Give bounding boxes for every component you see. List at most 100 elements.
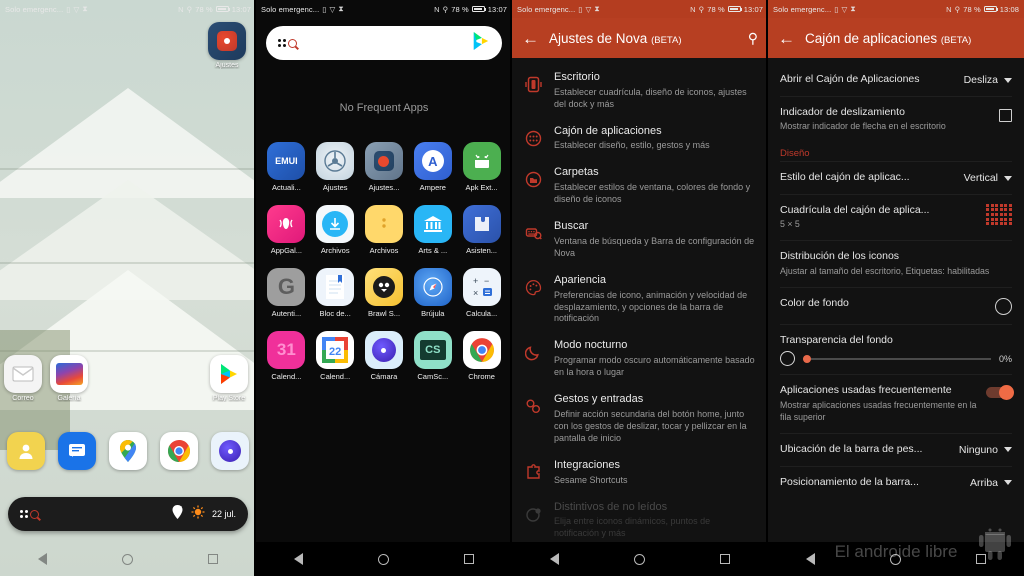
settings-row-escritorio[interactable]: Escritorio Establecer cuadrícula, diseño… xyxy=(512,64,768,118)
back-triangle-icon[interactable] xyxy=(805,553,815,565)
chevron-down-icon[interactable] xyxy=(1004,77,1012,83)
settings-row-buscar[interactable]: Buscar Ventana de búsqueda y Barra de co… xyxy=(512,213,768,267)
back-triangle-icon[interactable] xyxy=(37,553,47,565)
pref-title: Color de fondo xyxy=(780,296,849,309)
settings-row-distintivos-de-no-leidos[interactable]: Distintivos de no leídos Elija entre ico… xyxy=(512,494,768,548)
pref-value[interactable]: Desliza xyxy=(964,73,1012,86)
play-store-icon[interactable] xyxy=(472,31,490,56)
chevron-down-icon[interactable] xyxy=(1004,480,1012,485)
app-item[interactable]: G Autenti... xyxy=(262,268,311,318)
app-item[interactable]: Bloc de... xyxy=(311,268,360,318)
slider-track[interactable] xyxy=(803,354,991,363)
dock-icon-maps[interactable] xyxy=(105,432,151,470)
app-item[interactable]: 31 Calend... xyxy=(262,331,311,381)
app-item[interactable]: CS CamSc... xyxy=(408,331,457,381)
settings-row-carpetas[interactable]: Carpetas Establecer estilos de ventana, … xyxy=(512,159,768,213)
dock-icon-contactos[interactable] xyxy=(3,432,49,470)
settings-row-title: Gestos y entradas xyxy=(554,393,644,406)
settings-row-title: Integraciones xyxy=(554,458,621,471)
app-item[interactable]: Chrome xyxy=(457,331,506,381)
app-item[interactable]: EMUI Actuali... xyxy=(262,142,311,192)
app-item[interactable]: Ajustes xyxy=(311,142,360,192)
checkbox-indicador-deslizamiento[interactable] xyxy=(999,108,1012,122)
back-triangle-icon[interactable] xyxy=(293,553,303,565)
wifi-icon: ▽ xyxy=(841,4,848,14)
chevron-down-icon[interactable] xyxy=(1004,447,1012,453)
app-label: Archivos xyxy=(369,246,399,255)
pref-row-indicador-deslizamiento[interactable]: Indicador de deslizamiento Mostrar indic… xyxy=(768,97,1024,143)
home-circle-icon[interactable] xyxy=(377,553,389,565)
pref-value-text: Desliza xyxy=(963,74,998,86)
home-circle-icon[interactable] xyxy=(889,553,901,565)
app-item[interactable]: Brújula xyxy=(408,268,457,318)
slider-knob[interactable] xyxy=(780,351,795,367)
pref-row-cuadricula-cajon[interactable]: Cuadrícula del cajón de aplica... 5 × 5 xyxy=(768,195,1024,241)
app-item[interactable]: 22 Calend... xyxy=(311,331,360,381)
home-icon-label: Ajustes xyxy=(215,62,239,69)
settings-row-cajon-de-aplicaciones[interactable]: Cajón de aplicaciones Establecer diseño,… xyxy=(512,118,768,160)
settings-row-modo-nocturno[interactable]: Modo nocturno Programar modo oscuro auto… xyxy=(512,332,768,386)
sun-icon[interactable] xyxy=(191,505,205,524)
slider-thumb[interactable] xyxy=(803,354,811,363)
app-item[interactable]: Archivos xyxy=(360,205,409,255)
pref-title: Cuadrícula del cajón de aplica... xyxy=(780,203,930,216)
app-item[interactable]: Ajustes... xyxy=(360,142,409,192)
app-item[interactable]: Arts & ... xyxy=(408,205,457,255)
home-circle-icon[interactable] xyxy=(633,553,645,565)
dock-icon-chrome[interactable] xyxy=(156,432,202,470)
color-swatch-circle[interactable] xyxy=(995,297,1012,315)
home-icon-playstore[interactable]: Play Store xyxy=(206,355,252,402)
pref-value[interactable]: Vertical xyxy=(964,171,1012,184)
pref-value[interactable]: Arriba xyxy=(970,476,1012,489)
app-item[interactable]: A Ampere xyxy=(408,142,457,192)
home-icon-correo[interactable]: Correo xyxy=(0,355,46,402)
grid-search-icon[interactable] xyxy=(278,38,297,48)
settings-row-gestos-y-entradas[interactable]: Gestos y entradas Definir acción secunda… xyxy=(512,386,768,452)
pref-row-ubicacion-barra[interactable]: Ubicación de la barra de pes... Ninguno xyxy=(768,434,1024,466)
recents-square-icon[interactable] xyxy=(720,554,731,564)
drawer-settings-list: Abrir el Cajón de Aplicaciones Desliza I… xyxy=(768,58,1024,576)
home-icon-ajustes[interactable]: Ajustes xyxy=(204,22,250,69)
toggle-apps-frecuentes[interactable] xyxy=(986,384,1014,400)
pref-row-transparencia-fondo[interactable]: Transparencia del fondo xyxy=(768,325,1024,350)
pref-row-posicionamiento-barra[interactable]: Posicionamiento de la barra... Arriba xyxy=(768,467,1024,499)
chevron-down-icon[interactable] xyxy=(1004,175,1012,181)
back-arrow-icon[interactable]: ← xyxy=(778,30,795,47)
app-item[interactable]: Apk Ext... xyxy=(457,142,506,192)
search-icon[interactable]: ⚲ xyxy=(748,30,758,47)
transparency-slider[interactable]: 0% xyxy=(768,349,1024,374)
settings-row-integraciones[interactable]: Integraciones Sesame Shortcuts xyxy=(512,452,768,494)
back-triangle-icon[interactable] xyxy=(549,553,559,565)
app-item[interactable]: Brawl S... xyxy=(360,268,409,318)
app-item[interactable]: AppGal... xyxy=(262,205,311,255)
recents-square-icon[interactable] xyxy=(208,554,219,564)
home-circle-icon[interactable] xyxy=(121,553,133,565)
pref-row-abrir-cajon[interactable]: Abrir el Cajón de Aplicaciones Desliza xyxy=(768,64,1024,96)
app-item[interactable]: Asisten... xyxy=(457,205,506,255)
home-icon-galeria[interactable]: Galería xyxy=(46,355,92,402)
nfc-icon: N xyxy=(178,4,184,14)
home-search-widget[interactable]: x 22 jul. xyxy=(8,497,248,531)
app-item[interactable]: Cámara xyxy=(360,331,409,381)
app-item[interactable]: Archivos xyxy=(311,205,360,255)
app-label: Ajustes xyxy=(322,183,348,192)
dock-icon-camara[interactable] xyxy=(207,432,253,470)
pref-row-apps-frecuentes[interactable]: Aplicaciones usadas frecuentemente Mostr… xyxy=(768,375,1024,432)
recents-square-icon[interactable] xyxy=(464,554,475,564)
pref-row-distribucion-iconos[interactable]: Distribución de los iconos Ajustar al ta… xyxy=(768,241,1024,287)
calculator-icon: + − × xyxy=(462,268,501,306)
pref-row-color-fondo[interactable]: Color de fondo xyxy=(768,288,1024,324)
drawer-search-bar[interactable] xyxy=(266,26,502,60)
battery-icon xyxy=(727,5,743,13)
grid-search-icon[interactable] xyxy=(20,509,39,519)
app-item[interactable]: + − × Calcula... xyxy=(457,268,506,318)
settings-row-apariencia[interactable]: Apariencia Preferencias de icono, animac… xyxy=(512,267,768,333)
dock-icon-mensajes[interactable] xyxy=(54,432,100,470)
settings-icon xyxy=(316,142,355,180)
pref-row-estilo-cajon[interactable]: Estilo del cajón de aplicac... Vertical xyxy=(768,162,1024,194)
app-label: Brawl S... xyxy=(367,309,401,318)
pref-value[interactable]: Ninguno xyxy=(959,443,1012,456)
back-arrow-icon[interactable]: ← xyxy=(522,30,539,47)
grid-preview-icon[interactable] xyxy=(986,203,1012,226)
location-off-icon[interactable]: x xyxy=(171,504,184,524)
